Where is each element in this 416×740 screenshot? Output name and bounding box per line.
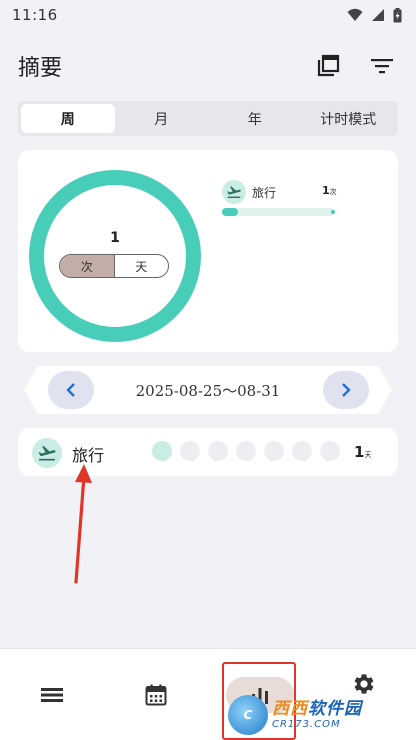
unit-toggle: 次 天 [59,254,169,278]
nav-calendar-button[interactable] [116,649,196,740]
date-range-label: 2025-08-25～08-31 [135,381,281,400]
battery-icon [393,7,402,22]
previous-week-button[interactable] [48,371,94,409]
legend-progress-end-dot [331,210,335,214]
day-dot [320,441,340,461]
filter-button[interactable] [366,50,398,82]
activity-count: 1天 [354,443,372,461]
day-dot [264,441,284,461]
day-dot [152,441,172,461]
watermark-site: CR173.COM [272,718,341,730]
chevron-left-icon [66,383,75,397]
summary-card: 1 次 天 旅行 1次 [18,150,398,352]
gear-icon [354,674,374,694]
next-week-button[interactable] [323,371,369,409]
day-dot [208,441,228,461]
filter-icon [371,59,393,74]
nav-list-button[interactable] [12,649,92,740]
legend-item[interactable]: 旅行 1次 [222,180,338,220]
airplane-departure-icon [32,438,62,468]
legend-count: 1次 [322,184,337,197]
date-navigator: 2025-08-25～08-31 [24,366,392,414]
calendar-icon [145,684,167,706]
airplane-departure-icon [222,180,246,204]
tab-month[interactable]: 月 [115,104,209,133]
annotation-arrow [74,464,92,584]
tab-year[interactable]: 年 [208,104,302,133]
unit-times-option[interactable]: 次 [60,255,114,277]
day-dot [180,441,200,461]
watermark-logo: C [228,695,268,735]
watermark-text: 西西软件园 CR173.COM [272,698,362,730]
status-time: 11:16 [12,6,58,24]
page-title: 摘要 [18,56,63,81]
legend-progress-fill [222,208,238,216]
weekday-dots [152,441,340,461]
tab-timer-mode[interactable]: 计时模式 [302,104,396,133]
list-icon [41,688,63,702]
legend-label: 旅行 [252,186,277,200]
tab-week[interactable]: 周 [21,104,115,133]
watermark: C 西西软件园 CR173.COM [228,694,414,736]
copy-icon [317,54,340,77]
copy-button[interactable] [312,50,344,82]
period-tabs: 周 月 年 计时模式 [18,101,398,136]
day-dot [236,441,256,461]
chevron-right-icon [342,383,351,397]
unit-days-option[interactable]: 天 [113,255,169,277]
status-bar: 11:16 [0,0,416,30]
wifi-icon [347,8,363,21]
total-count: 1 [110,230,120,246]
day-dot [292,441,312,461]
status-icons [347,7,402,23]
app-bar: 摘要 [0,44,416,88]
signal-icon [372,9,384,21]
legend-progress-bar [222,208,335,216]
watermark-brand: 西西软件园 [272,698,362,719]
